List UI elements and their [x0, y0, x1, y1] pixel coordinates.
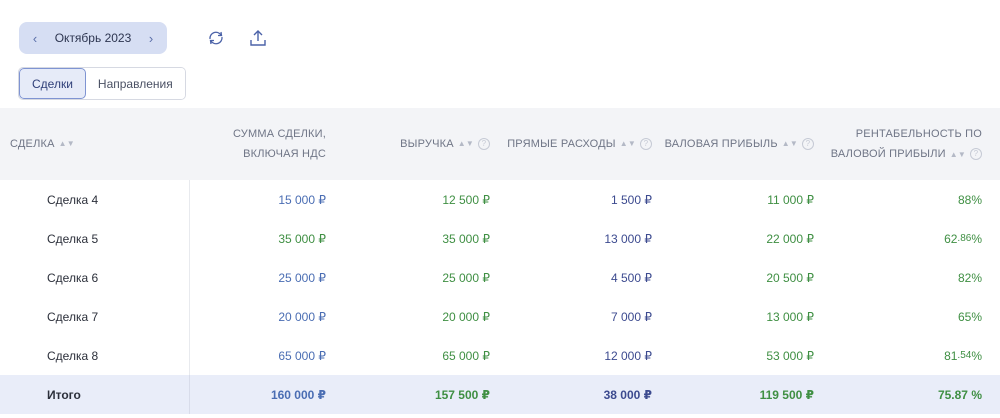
- costs-cell: 12 000 ₽: [604, 348, 652, 363]
- table-row[interactable]: Сделка 5 35 000 ₽ 35 000 ₽ 13 000 ₽ 22 0…: [0, 219, 1000, 258]
- amount-cell: 25 000 ₽: [278, 270, 326, 285]
- table-row[interactable]: Сделка 7 20 000 ₽ 20 000 ₽ 7 000 ₽ 13 00…: [0, 297, 1000, 336]
- revenue-cell: 12 500 ₽: [442, 192, 490, 207]
- help-icon[interactable]: ?: [970, 147, 982, 160]
- column-header-revenue[interactable]: Выручка ▲▼?: [338, 108, 500, 180]
- profit-cell: 53 000 ₽: [766, 348, 814, 363]
- revenue-cell: 20 000 ₽: [442, 309, 490, 324]
- total-row: Итого 160 000 ₽ 157 500 ₽ 38 000 ₽ 119 5…: [0, 375, 1000, 414]
- margin-cell: 82 %: [957, 270, 982, 285]
- revenue-cell: 65 000 ₽: [442, 348, 490, 363]
- total-amount: 160 000 ₽: [270, 387, 326, 402]
- help-icon[interactable]: ?: [802, 138, 814, 150]
- sort-icon[interactable]: ▲▼: [458, 134, 474, 154]
- margin-cell: 65 %: [957, 309, 982, 324]
- column-header-margin[interactable]: Рентабельность по валовой прибыли ▲▼?: [824, 108, 990, 180]
- profit-cell: 13 000 ₽: [766, 309, 814, 324]
- deal-name: Сделка 5: [0, 219, 190, 258]
- column-header-deal[interactable]: Сделка ▲▼: [0, 108, 190, 180]
- profit-cell: 20 500 ₽: [766, 270, 814, 285]
- column-header-gross-profit[interactable]: Валовая прибыль ▲▼?: [662, 108, 824, 180]
- amount-cell: 15 000 ₽: [278, 192, 326, 207]
- deals-table: Сделка ▲▼ Сумма сделки, включая НДС Выручк…: [0, 108, 1000, 414]
- profit-cell: 22 000 ₽: [766, 231, 814, 246]
- table-header: Сделка ▲▼ Сумма сделки, включая НДС Выручк…: [0, 108, 1000, 180]
- deal-name: Сделка 6: [0, 258, 190, 297]
- costs-cell: 13 000 ₽: [604, 231, 652, 246]
- help-icon[interactable]: ?: [640, 138, 652, 150]
- margin-cell: 62.86 %: [944, 231, 982, 246]
- chevron-right-icon[interactable]: ›: [145, 31, 157, 46]
- column-header-amount[interactable]: Сумма сделки, включая НДС: [190, 108, 338, 180]
- amount-cell: 65 000 ₽: [278, 348, 326, 363]
- amount-cell: 35 000 ₽: [278, 231, 326, 246]
- sort-icon[interactable]: ▲▼: [59, 134, 75, 154]
- costs-cell: 7 000 ₽: [611, 309, 652, 324]
- costs-cell: 4 500 ₽: [611, 270, 652, 285]
- tab-deals[interactable]: Сделки: [19, 68, 86, 99]
- toolbar: ‹ Октябрь 2023 ›: [19, 22, 269, 54]
- costs-cell: 1 500 ₽: [611, 192, 652, 207]
- refresh-icon[interactable]: [205, 27, 227, 49]
- table-row[interactable]: Сделка 8 65 000 ₽ 65 000 ₽ 12 000 ₽ 53 0…: [0, 336, 1000, 375]
- table-row[interactable]: Сделка 4 15 000 ₽ 12 500 ₽ 1 500 ₽ 11 00…: [0, 180, 1000, 219]
- sort-icon[interactable]: ▲▼: [782, 134, 798, 154]
- amount-cell: 20 000 ₽: [278, 309, 326, 324]
- month-label[interactable]: Октябрь 2023: [55, 31, 132, 45]
- deal-name: Сделка 8: [0, 336, 190, 375]
- column-header-costs[interactable]: Прямые расходы ▲▼?: [500, 108, 662, 180]
- view-tabs: Сделки Направления: [18, 67, 186, 100]
- deal-name: Сделка 4: [0, 180, 190, 219]
- revenue-cell: 25 000 ₽: [442, 270, 490, 285]
- deal-name: Сделка 7: [0, 297, 190, 336]
- upload-icon[interactable]: [247, 27, 269, 49]
- help-icon[interactable]: ?: [478, 138, 490, 150]
- revenue-cell: 35 000 ₽: [442, 231, 490, 246]
- margin-cell: 81.54 %: [944, 348, 982, 363]
- total-profit: 119 500 ₽: [759, 387, 814, 402]
- chevron-left-icon[interactable]: ‹: [29, 31, 41, 46]
- month-picker: ‹ Октябрь 2023 ›: [19, 22, 167, 54]
- sort-icon[interactable]: ▲▼: [620, 134, 636, 154]
- table-body: Сделка 4 15 000 ₽ 12 500 ₽ 1 500 ₽ 11 00…: [0, 180, 1000, 375]
- profit-cell: 11 000 ₽: [767, 192, 814, 207]
- total-label: Итого: [0, 375, 190, 414]
- total-revenue: 157 500 ₽: [434, 387, 490, 402]
- total-costs: 38 000 ₽: [603, 387, 652, 402]
- table-row[interactable]: Сделка 6 25 000 ₽ 25 000 ₽ 4 500 ₽ 20 50…: [0, 258, 1000, 297]
- total-margin: 75.87 %: [937, 387, 982, 402]
- tab-directions[interactable]: Направления: [85, 68, 185, 99]
- margin-cell: 88 %: [957, 192, 982, 207]
- sort-icon[interactable]: ▲▼: [950, 150, 966, 159]
